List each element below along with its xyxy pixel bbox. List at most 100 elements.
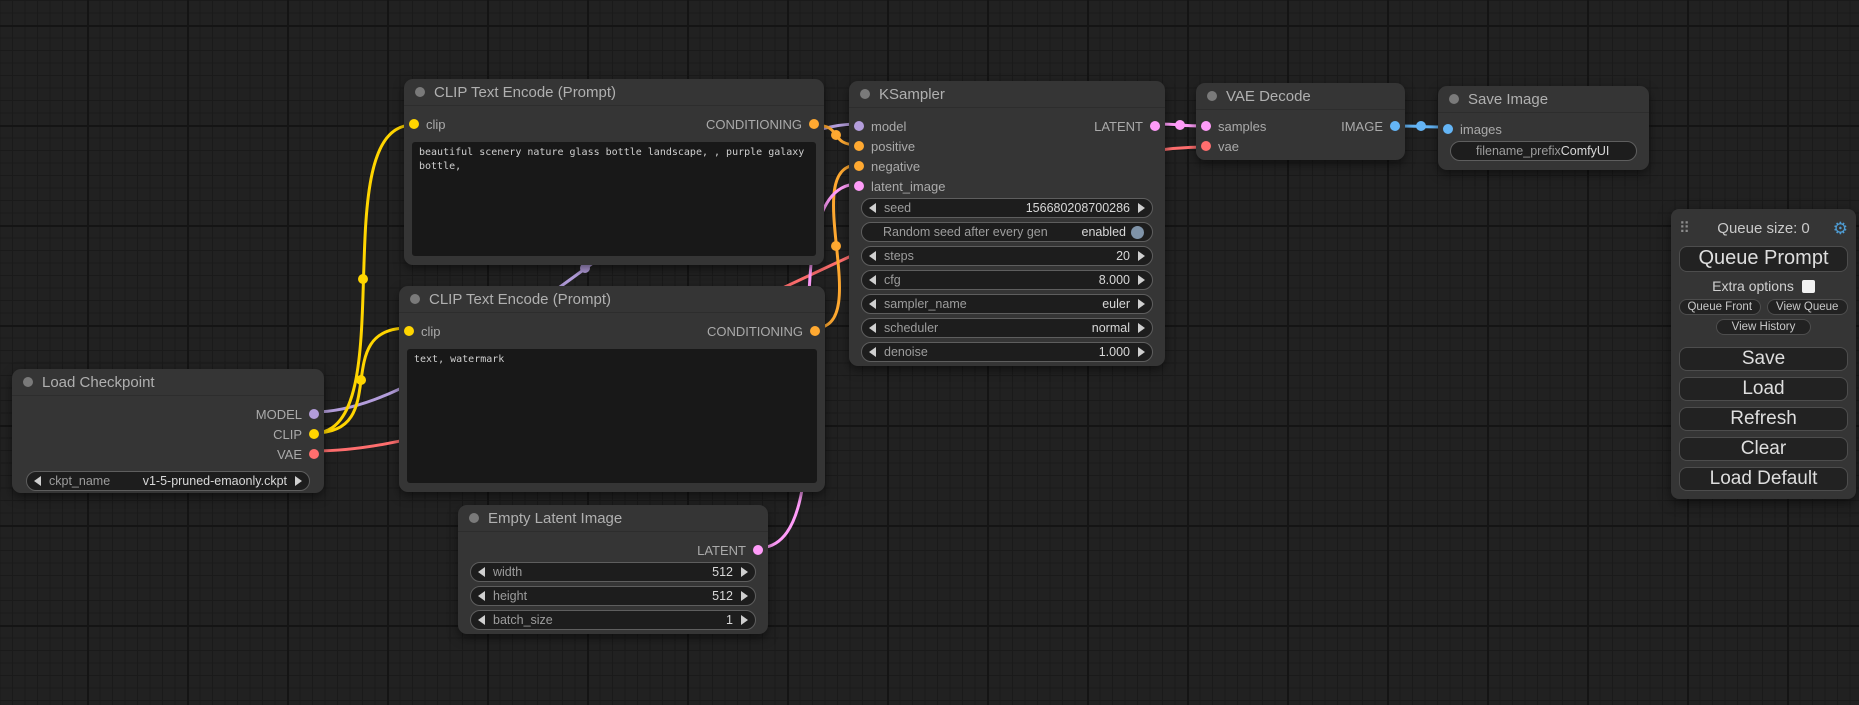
widget-height[interactable]: height 512 (470, 586, 756, 606)
input-slot-negative[interactable] (854, 161, 864, 171)
negative-prompt-textarea[interactable]: text, watermark (407, 349, 817, 483)
slot-label: samples (1218, 119, 1266, 134)
widget-ckpt-name[interactable]: ckpt_name v1-5-pruned-emaonly.ckpt (26, 471, 310, 491)
widget-label: cfg (884, 273, 901, 287)
view-queue-button[interactable]: View Queue (1767, 299, 1849, 315)
refresh-button[interactable]: Refresh (1679, 407, 1848, 431)
widget-denoise[interactable]: denoise 1.000 (861, 342, 1153, 362)
node-empty-latent-image[interactable]: Empty Latent Image LATENT width 512 heig… (458, 505, 768, 634)
toggle-on-indicator[interactable] (1131, 226, 1144, 239)
queue-size-text: Queue size: (1717, 220, 1797, 237)
increment-arrow-icon[interactable] (1138, 251, 1145, 261)
collapse-dot-icon[interactable] (23, 377, 33, 387)
widget-label: scheduler (884, 321, 938, 335)
input-slot-vae[interactable] (1201, 141, 1211, 151)
output-slot-conditioning[interactable] (810, 326, 820, 336)
output-slot-model[interactable] (309, 409, 319, 419)
decrement-arrow-icon[interactable] (869, 323, 876, 333)
load-default-button[interactable]: Load Default (1679, 467, 1848, 491)
node-header: Save Image (1438, 86, 1649, 113)
decrement-arrow-icon[interactable] (478, 567, 485, 577)
collapse-dot-icon[interactable] (410, 294, 420, 304)
queue-prompt-button[interactable]: Queue Prompt (1679, 246, 1848, 272)
slot-label: vae (1218, 139, 1239, 154)
positive-prompt-textarea[interactable]: beautiful scenery nature glass bottle la… (412, 142, 816, 256)
widget-steps[interactable]: steps 20 (861, 246, 1153, 266)
widget-value: 512 (712, 565, 733, 579)
input-slot-clip[interactable] (409, 119, 419, 129)
node-ksampler[interactable]: KSampler model LATENT positive (849, 81, 1165, 366)
output-slot-image[interactable] (1390, 121, 1400, 131)
queue-front-button[interactable]: Queue Front (1679, 299, 1761, 315)
save-button[interactable]: Save (1679, 347, 1848, 371)
increment-arrow-icon[interactable] (741, 567, 748, 577)
clear-button[interactable]: Clear (1679, 437, 1848, 461)
widget-value: euler (1102, 297, 1130, 311)
decrement-arrow-icon[interactable] (869, 275, 876, 285)
output-slot-latent[interactable] (1150, 121, 1160, 131)
view-history-button[interactable]: View History (1716, 319, 1811, 335)
input-slot-images[interactable] (1443, 124, 1453, 134)
increment-arrow-icon[interactable] (1138, 275, 1145, 285)
increment-arrow-icon[interactable] (1138, 299, 1145, 309)
collapse-dot-icon[interactable] (860, 89, 870, 99)
widget-value: enabled (1082, 225, 1127, 239)
collapse-dot-icon[interactable] (1207, 91, 1217, 101)
node-vae-decode[interactable]: VAE Decode samples IMAGE vae (1196, 83, 1405, 160)
widget-scheduler[interactable]: scheduler normal (861, 318, 1153, 338)
increment-arrow-icon[interactable] (741, 591, 748, 601)
load-button[interactable]: Load (1679, 377, 1848, 401)
widget-seed[interactable]: seed 156680208700286 (861, 198, 1153, 218)
increment-arrow-icon[interactable] (741, 615, 748, 625)
increment-arrow-icon[interactable] (295, 476, 302, 486)
input-slot-latent-image[interactable] (854, 181, 864, 191)
output-slot-conditioning[interactable] (809, 119, 819, 129)
slot-label: images (1460, 122, 1502, 137)
decrement-arrow-icon[interactable] (869, 203, 876, 213)
slot-label: negative (871, 159, 920, 174)
comfy-menu-panel: ⠿ Queue size:0 ⚙ Queue Prompt Extra opti… (1671, 209, 1856, 499)
collapse-dot-icon[interactable] (1449, 94, 1459, 104)
collapse-dot-icon[interactable] (469, 513, 479, 523)
link-midpoint-dot (1416, 121, 1426, 131)
slot-label: VAE (277, 447, 302, 462)
increment-arrow-icon[interactable] (1138, 203, 1145, 213)
extra-options-label: Extra options (1712, 278, 1794, 294)
decrement-arrow-icon[interactable] (478, 591, 485, 601)
input-slot-positive[interactable] (854, 141, 864, 151)
input-slot-model[interactable] (854, 121, 864, 131)
widget-width[interactable]: width 512 (470, 562, 756, 582)
increment-arrow-icon[interactable] (1138, 323, 1145, 333)
widget-sampler-name[interactable]: sampler_name euler (861, 294, 1153, 314)
widget-random-seed-toggle[interactable]: Random seed after every gen enabled (861, 222, 1153, 242)
widget-cfg[interactable]: cfg 8.000 (861, 270, 1153, 290)
settings-gear-icon[interactable]: ⚙ (1830, 220, 1848, 237)
extra-options-checkbox[interactable] (1802, 280, 1815, 293)
node-save-image[interactable]: Save Image images filename_prefix ComfyU… (1438, 86, 1649, 170)
collapse-dot-icon[interactable] (415, 87, 425, 97)
slot-label: clip (421, 324, 441, 339)
input-slot-samples[interactable] (1201, 121, 1211, 131)
node-clip-text-encode-positive[interactable]: CLIP Text Encode (Prompt) clip CONDITION… (404, 79, 824, 265)
decrement-arrow-icon[interactable] (869, 347, 876, 357)
node-graph-canvas[interactable]: Load Checkpoint MODEL CLIP VAE (0, 0, 1859, 705)
widget-batch-size[interactable]: batch_size 1 (470, 610, 756, 630)
drag-handle-icon[interactable]: ⠿ (1679, 221, 1697, 236)
decrement-arrow-icon[interactable] (478, 615, 485, 625)
node-load-checkpoint[interactable]: Load Checkpoint MODEL CLIP VAE (12, 369, 324, 493)
slot-label: CONDITIONING (707, 324, 803, 339)
decrement-arrow-icon[interactable] (869, 251, 876, 261)
widget-filename-prefix[interactable]: filename_prefix ComfyUI (1450, 141, 1637, 161)
decrement-arrow-icon[interactable] (34, 476, 41, 486)
increment-arrow-icon[interactable] (1138, 347, 1145, 357)
widget-label: steps (884, 249, 914, 263)
output-slot-clip[interactable] (309, 429, 319, 439)
node-header: Load Checkpoint (12, 369, 324, 396)
output-slot-latent[interactable] (753, 545, 763, 555)
widget-label: denoise (884, 345, 928, 359)
node-clip-text-encode-negative[interactable]: CLIP Text Encode (Prompt) clip CONDITION… (399, 286, 825, 492)
input-slot-clip[interactable] (404, 326, 414, 336)
widget-value: 1.000 (1099, 345, 1130, 359)
output-slot-vae[interactable] (309, 449, 319, 459)
decrement-arrow-icon[interactable] (869, 299, 876, 309)
